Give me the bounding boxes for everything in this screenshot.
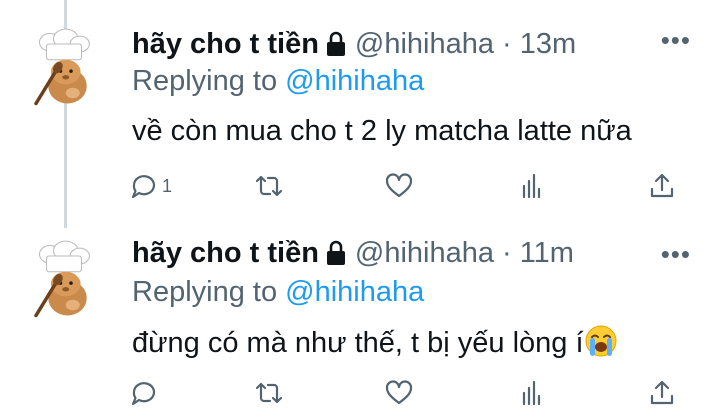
views-icon <box>522 380 541 406</box>
display-name[interactable]: hãy cho t tiền <box>132 28 319 61</box>
share-icon <box>650 173 674 198</box>
lock-icon <box>325 240 347 266</box>
retweet-icon <box>255 175 283 197</box>
retweet-button[interactable] <box>255 171 283 201</box>
avatar[interactable] <box>22 28 106 116</box>
reply-button[interactable]: 1 <box>130 171 172 201</box>
tweet[interactable]: hãy cho t tiền @hihihaha · 11m ••• Reply… <box>0 210 719 420</box>
retweet-icon <box>255 382 283 404</box>
avatar[interactable] <box>22 240 106 328</box>
more-options-icon[interactable]: ••• <box>661 27 691 53</box>
timestamp[interactable]: 11m <box>520 237 574 270</box>
separator-dot: · <box>502 27 512 60</box>
like-icon <box>385 173 413 198</box>
tweet-header: hãy cho t tiền @hihihaha · 13m <box>132 24 576 64</box>
reply-button[interactable] <box>130 378 162 408</box>
like-button[interactable] <box>385 378 413 408</box>
tweet-text: về còn mua cho t 2 ly matcha latte nữa <box>132 115 632 147</box>
loudly-crying-face-emoji <box>585 325 617 357</box>
views-button[interactable] <box>518 378 546 408</box>
tweet-header: hãy cho t tiền @hihihaha · 11m <box>132 233 574 273</box>
reply-count: 1 <box>162 175 173 196</box>
display-name[interactable]: hãy cho t tiền <box>132 237 319 270</box>
reply-icon <box>131 175 156 199</box>
user-handle[interactable]: @hihihaha <box>355 237 494 270</box>
like-icon <box>385 380 413 405</box>
share-icon <box>650 380 674 405</box>
replying-to: Replying to @hihihaha <box>132 276 424 309</box>
replying-to-mention[interactable]: @hihihaha <box>285 65 424 97</box>
action-bar: 1 <box>130 171 690 201</box>
more-options-icon[interactable]: ••• <box>661 241 691 267</box>
share-button[interactable] <box>648 378 676 408</box>
tweet-text-container: đừng có mà như thế, t bị yếu lòng í <box>132 324 618 360</box>
views-icon <box>522 173 541 199</box>
like-button[interactable] <box>385 171 413 201</box>
action-bar <box>130 378 690 408</box>
tweet[interactable]: hãy cho t tiền @hihihaha · 13m ••• Reply… <box>0 0 719 210</box>
reply-icon <box>131 382 156 406</box>
separator-dot: · <box>502 236 512 269</box>
views-button[interactable] <box>518 171 546 201</box>
replying-to-mention[interactable]: @hihihaha <box>285 276 424 308</box>
replying-to: Replying to @hihihaha <box>132 65 424 98</box>
tweet-text: đừng có mà như thế, t bị yếu lòng í <box>132 327 584 359</box>
timestamp[interactable]: 13m <box>520 28 576 61</box>
replying-to-label: Replying to <box>132 65 278 97</box>
lock-icon <box>325 31 347 57</box>
replying-to-label: Replying to <box>132 276 278 308</box>
user-handle[interactable]: @hihihaha <box>355 28 494 61</box>
share-button[interactable] <box>648 171 676 201</box>
retweet-button[interactable] <box>255 378 283 408</box>
